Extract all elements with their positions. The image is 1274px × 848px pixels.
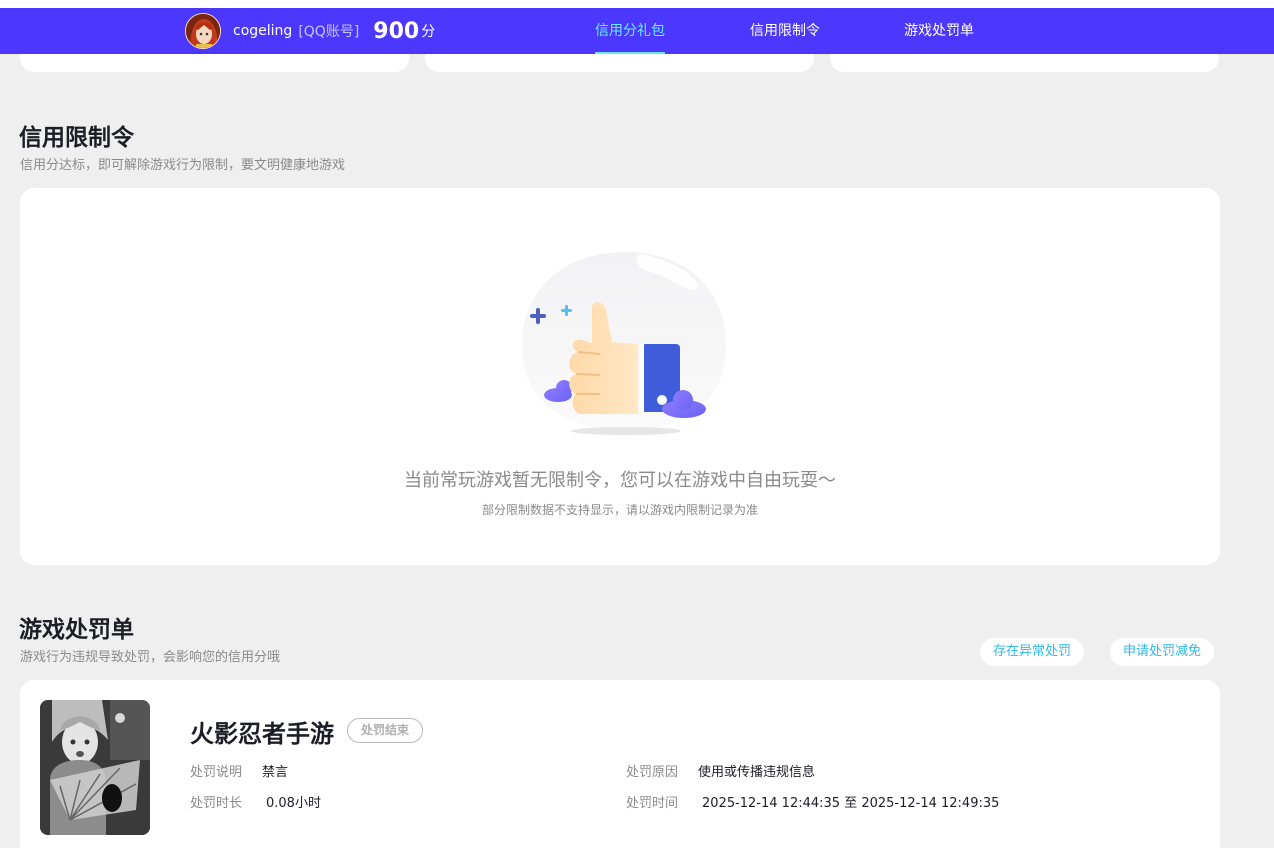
game-thumbnail [40,700,150,835]
penalty-time-label: 处罚时间 [626,796,679,811]
credit-score: 900 [373,18,420,44]
penalty-title: 游戏处罚单 [19,617,134,643]
status-badge: 处罚结束 [347,718,424,743]
restriction-subtitle: 信用分达标，即可解除游戏行为限制，要文明健康地游戏 [20,158,346,173]
account-type: [QQ账号] [298,24,360,40]
top-strip [0,0,1274,8]
apply-penalty-reduction-button[interactable]: 申请处罚减免 [1110,638,1215,666]
tab-credit-restriction[interactable]: 信用限制令 [750,8,820,54]
game-name: 火影忍者手游 [190,720,334,748]
tab-credit-gift[interactable]: 信用分礼包 [595,8,665,54]
penalty-duration-label: 处罚时长 [190,796,243,811]
penalty-duration-value: 0.08小时 [266,796,321,811]
empty-note: 部分限制数据不支持显示，请以游戏内限制记录为准 [481,503,758,517]
page: cogeling [QQ账号] 900 分 信用分礼包 信用限制令 游戏处罚单 … [0,0,1274,848]
avatar[interactable] [185,13,221,49]
penalty-description-label: 处罚说明 [190,765,243,780]
penalty-reason-value: 使用或传播违规信息 [698,765,816,780]
navbar: cogeling [QQ账号] 900 分 信用分礼包 信用限制令 游戏处罚单 [0,8,1274,54]
penalty-subtitle: 游戏行为违规导致处罚，会影响您的信用分哦 [20,650,281,665]
credit-score-unit: 分 [421,24,436,40]
empty-message: 当前常玩游戏暂无限制令，您可以在游戏中自由玩耍～ [404,470,836,491]
restriction-title: 信用限制令 [19,125,134,151]
penalty-time-value: 2025-12-14 12:44:35 至 2025-12-14 12:49:3… [702,796,1000,811]
abnormal-penalty-button[interactable]: 存在异常处罚 [980,638,1085,666]
user-info: cogeling [QQ账号] 900 分 [185,13,435,49]
penalty-description-value: 禁言 [262,765,289,780]
username: cogeling [233,23,293,39]
tab-game-penalty[interactable]: 游戏处罚单 [904,8,974,54]
penalty-reason-label: 处罚原因 [626,765,679,780]
thumbs-up-icon [520,248,732,440]
